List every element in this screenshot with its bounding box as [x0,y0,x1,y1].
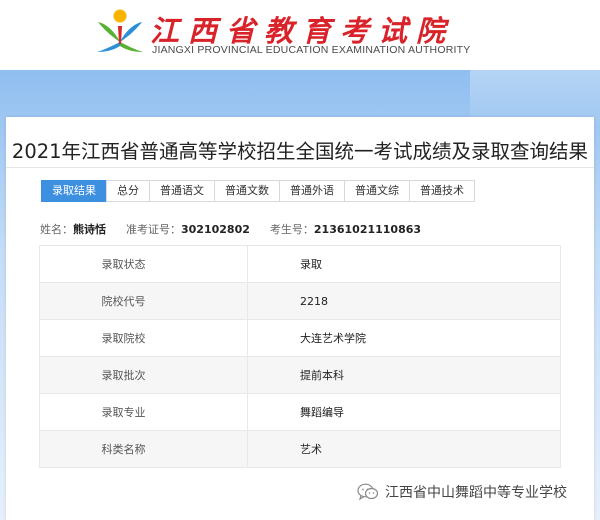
admission-result-table: 录取状态 录取 院校代号 2218 录取院校 大连艺术学院 录取批次 提前本科 … [39,245,561,468]
row-value: 艺术 [247,430,561,468]
candidate-name: 熊诗恬 [73,223,106,236]
tab-admission-result[interactable]: 录取结果 [41,180,107,202]
tab-math[interactable]: 普通文数 [214,180,280,202]
wechat-icon [357,483,379,501]
table-row: 院校代号 2218 [39,282,561,320]
exam-no-label: 考生号： [269,223,314,236]
wechat-watermark: 江西省中山舞蹈中等专业学校 [357,481,567,503]
page-title: 2021年江西省普通高等学校招生全国统一考试成绩及录取查询结果 [11,140,589,163]
table-row: 录取批次 提前本科 [39,356,561,394]
row-key: 录取批次 [39,356,248,394]
row-value: 舞蹈编导 [247,393,561,431]
site-name-english: JIANGXI PROVINCIAL EDUCATION EXAMINATION… [152,44,471,56]
table-row: 录取专业 舞蹈编导 [39,393,561,431]
name-label: 姓名： [40,223,73,236]
title-divider [6,167,594,168]
tab-technology[interactable]: 普通技术 [409,180,475,202]
jiangxi-exam-logo-icon[interactable] [94,8,146,56]
candidate-info: 姓名：熊诗恬 准考证号：302102802 考生号：21361021110863 [40,221,441,237]
exam-no: 21361021110863 [313,223,422,236]
row-value: 提前本科 [247,356,561,394]
tab-total-score[interactable]: 总分 [106,180,150,202]
row-value: 2218 [247,282,561,320]
row-key: 录取专业 [39,393,248,431]
admission-no: 302102802 [181,223,250,236]
row-key: 录取院校 [39,319,248,357]
site-header: 江西省教育考试院 JIANGXI PROVINCIAL EDUCATION EX… [0,0,600,70]
row-key: 院校代号 [39,282,248,320]
admission-no-label: 准考证号： [126,223,181,236]
row-key: 录取状态 [39,245,248,283]
result-tabs: 录取结果 总分 普通语文 普通文数 普通外语 普通文综 普通技术 [41,180,475,202]
row-key: 科类名称 [39,430,248,468]
row-value: 录取 [247,245,561,283]
tab-chinese[interactable]: 普通语文 [149,180,215,202]
watermark-text: 江西省中山舞蹈中等专业学校 [385,485,567,501]
row-value: 大连艺术学院 [247,319,561,357]
table-row: 录取状态 录取 [39,245,561,283]
result-panel: 2021年江西省普通高等学校招生全国统一考试成绩及录取查询结果 录取结果 总分 … [6,117,594,520]
tab-foreign-language[interactable]: 普通外语 [279,180,345,202]
table-row: 录取院校 大连艺术学院 [39,319,561,357]
tab-liberal-arts[interactable]: 普通文综 [344,180,410,202]
table-row: 科类名称 艺术 [39,430,561,468]
